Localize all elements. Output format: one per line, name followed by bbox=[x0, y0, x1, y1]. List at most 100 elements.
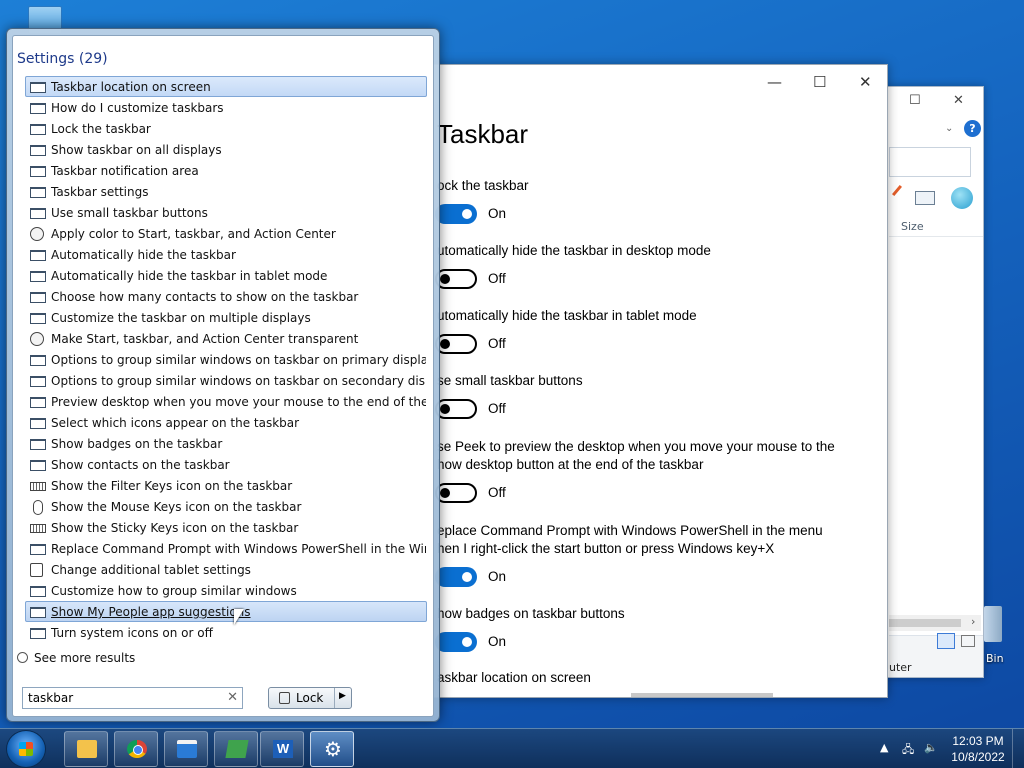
taskbar-store[interactable] bbox=[164, 731, 208, 767]
taskbar: W ⚙ ▲ 🖧 🔈 12:03 PM 10/8/2022 bbox=[0, 728, 1024, 768]
show-hidden-icons-icon[interactable]: ▲ bbox=[880, 741, 888, 754]
toggle-switch[interactable] bbox=[435, 204, 477, 224]
result-item[interactable]: Automatically hide the taskbar in tablet… bbox=[25, 265, 427, 286]
lock-button[interactable]: Lock ▶ bbox=[268, 687, 352, 709]
taskbar-green-app[interactable] bbox=[214, 731, 258, 767]
chevron-down-icon[interactable]: ⌄ bbox=[945, 123, 953, 134]
word-icon: W bbox=[273, 740, 293, 758]
result-item[interactable]: Show contacts on the taskbar bbox=[25, 454, 427, 475]
see-more-results-link[interactable]: See more results bbox=[17, 651, 135, 665]
size-column-label[interactable]: Size bbox=[901, 220, 924, 233]
maximize-icon[interactable]: ☐ bbox=[909, 93, 921, 108]
start-button[interactable] bbox=[6, 730, 46, 768]
taskbar-settings[interactable]: ⚙ bbox=[310, 731, 354, 767]
setting-label: eplace Command Prompt with Windows Power… bbox=[437, 523, 823, 556]
horizontal-scrollbar[interactable] bbox=[631, 693, 773, 697]
taskbar-file-explorer[interactable] bbox=[64, 731, 108, 767]
result-item[interactable]: Use small taskbar buttons bbox=[25, 202, 427, 223]
monitor-icon bbox=[30, 460, 46, 471]
result-item[interactable]: Customize how to group similar windows bbox=[25, 580, 427, 601]
result-item[interactable]: Show My People app suggestions bbox=[25, 601, 427, 622]
keyboard-icon bbox=[30, 482, 46, 491]
result-label: Turn system icons on or off bbox=[51, 626, 213, 640]
result-item[interactable]: Show the Sticky Keys icon on the taskbar bbox=[25, 517, 427, 538]
result-item[interactable]: Customize the taskbar on multiple displa… bbox=[25, 307, 427, 328]
result-label: Make Start, taskbar, and Action Center t… bbox=[51, 332, 359, 346]
setting-label: se Peek to preview the desktop when you … bbox=[437, 439, 835, 472]
page-title: Taskbar bbox=[437, 119, 529, 149]
taskbar-word[interactable]: W bbox=[260, 731, 304, 767]
show-desktop-button[interactable] bbox=[1012, 729, 1024, 768]
results-list: Taskbar location on screen How do I custo… bbox=[25, 76, 427, 643]
result-item[interactable]: Options to group similar windows on task… bbox=[25, 370, 427, 391]
keyboard-icon bbox=[30, 524, 46, 533]
result-item[interactable]: Lock the taskbar bbox=[25, 118, 427, 139]
drive-icon[interactable] bbox=[915, 191, 935, 205]
search-input[interactable] bbox=[23, 688, 213, 708]
result-item[interactable]: Show the Mouse Keys icon on the taskbar bbox=[25, 496, 427, 517]
power-options-arrow-icon[interactable]: ▶ bbox=[339, 691, 346, 701]
tiles-view-icon[interactable] bbox=[961, 635, 975, 647]
palette-icon bbox=[30, 227, 44, 241]
recycle-bin-icon[interactable] bbox=[984, 606, 1002, 642]
network-icon[interactable]: 🖧 bbox=[902, 741, 914, 760]
see-more-label: See more results bbox=[34, 651, 136, 665]
result-item[interactable]: Turn system icons on or off bbox=[25, 622, 427, 643]
result-item[interactable]: Preview desktop when you move your mouse… bbox=[25, 391, 427, 412]
result-item[interactable]: Taskbar settings bbox=[25, 181, 427, 202]
chrome-icon bbox=[127, 740, 147, 758]
help-icon[interactable]: ? bbox=[964, 120, 981, 137]
result-item[interactable]: Options to group similar windows on task… bbox=[25, 349, 427, 370]
result-item[interactable]: Select which icons appear on the taskbar bbox=[25, 412, 427, 433]
result-label: Show the Filter Keys icon on the taskbar bbox=[51, 479, 293, 493]
result-item[interactable]: Taskbar notification area bbox=[25, 160, 427, 181]
scrollbar-thumb[interactable] bbox=[889, 619, 961, 627]
explorer-search-input[interactable] bbox=[889, 147, 971, 177]
toggle-switch[interactable] bbox=[435, 334, 477, 354]
tablet-icon bbox=[30, 563, 43, 577]
monitor-icon bbox=[30, 313, 46, 324]
taskbar-chrome[interactable] bbox=[114, 731, 158, 767]
clock[interactable]: 12:03 PM 10/8/2022 bbox=[948, 733, 1008, 765]
pencil-icon[interactable] bbox=[891, 184, 903, 197]
scroll-right-icon[interactable]: › bbox=[971, 615, 975, 628]
result-item[interactable]: Replace Command Prompt with Windows Powe… bbox=[25, 538, 427, 559]
maximize-icon[interactable]: ☐ bbox=[813, 73, 826, 91]
monitor-icon bbox=[30, 418, 46, 429]
setting-label: utomatically hide the taskbar in tablet … bbox=[437, 308, 697, 323]
settings-window[interactable]: — ☐ ✕ Taskbar ock the taskbar On utomatica… bbox=[430, 64, 888, 698]
result-item[interactable]: Show the Filter Keys icon on the taskbar bbox=[25, 475, 427, 496]
toggle-switch[interactable] bbox=[435, 483, 477, 503]
result-item[interactable]: How do I customize taskbars bbox=[25, 97, 427, 118]
minimize-icon[interactable]: — bbox=[767, 73, 782, 91]
result-item[interactable]: Automatically hide the taskbar bbox=[25, 244, 427, 265]
start-menu[interactable]: Settings (29) Taskbar location on screen… bbox=[6, 28, 440, 722]
result-item[interactable]: Choose how many contacts to show on the … bbox=[25, 286, 427, 307]
monitor-icon bbox=[30, 145, 46, 156]
monitor-icon bbox=[30, 250, 46, 261]
gear-icon: ⚙ bbox=[324, 737, 342, 761]
toggle-switch[interactable] bbox=[435, 632, 477, 652]
toggle-switch[interactable] bbox=[435, 567, 477, 587]
search-icon bbox=[17, 652, 28, 663]
toggle-switch[interactable] bbox=[435, 399, 477, 419]
toggle-switch[interactable] bbox=[435, 269, 477, 289]
start-search-box[interactable]: ✕ bbox=[22, 687, 243, 709]
close-icon[interactable]: ✕ bbox=[953, 93, 964, 108]
result-item[interactable]: Show badges on the taskbar bbox=[25, 433, 427, 454]
green-app-icon bbox=[225, 740, 249, 758]
clear-search-icon[interactable]: ✕ bbox=[227, 690, 238, 705]
result-item[interactable]: Apply color to Start, taskbar, and Actio… bbox=[25, 223, 427, 244]
close-icon[interactable]: ✕ bbox=[859, 73, 872, 91]
result-item[interactable]: Show taskbar on all displays bbox=[25, 139, 427, 160]
details-view-icon[interactable] bbox=[937, 633, 955, 649]
result-item[interactable]: Change additional tablet settings bbox=[25, 559, 427, 580]
result-item[interactable]: Taskbar location on screen bbox=[25, 76, 427, 97]
network-icon[interactable] bbox=[951, 187, 973, 209]
result-item[interactable]: Make Start, taskbar, and Action Center t… bbox=[25, 328, 427, 349]
setting-label: how badges on taskbar buttons bbox=[437, 606, 625, 621]
result-label: Lock the taskbar bbox=[51, 122, 151, 136]
result-label: Use small taskbar buttons bbox=[51, 206, 208, 220]
volume-icon[interactable]: 🔈 bbox=[924, 741, 938, 754]
recycle-bin-label: Bin bbox=[986, 652, 1004, 665]
